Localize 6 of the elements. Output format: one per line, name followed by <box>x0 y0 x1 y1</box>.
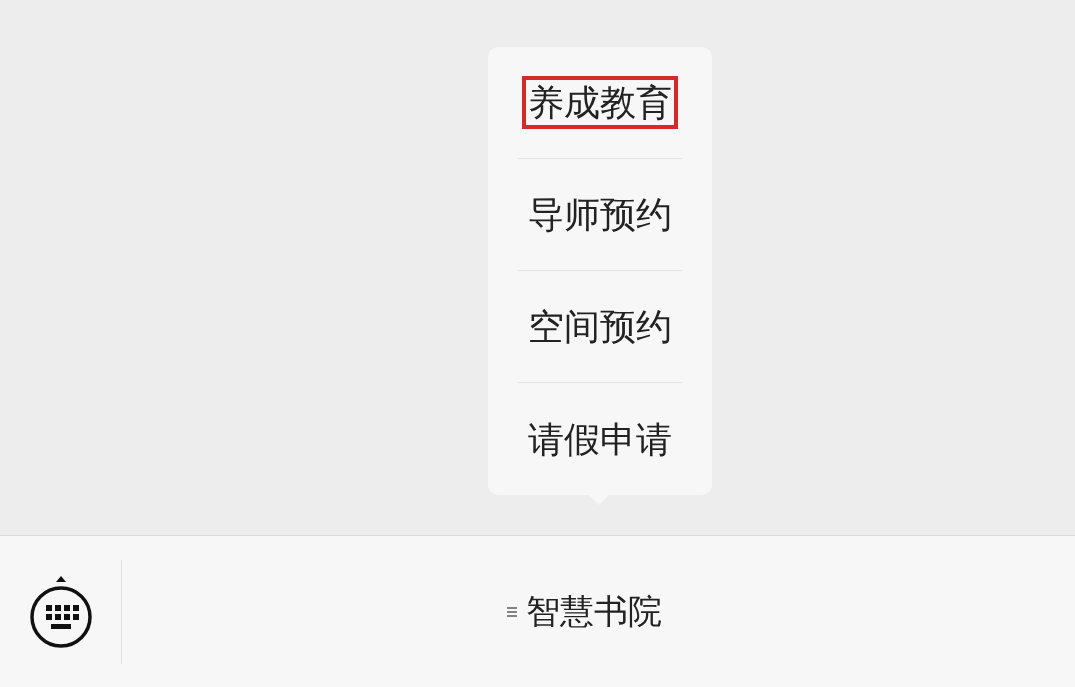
menu-item[interactable]: 请假申请 <box>522 412 678 466</box>
menu-item[interactable]: 养成教育 <box>522 76 678 129</box>
menu-button[interactable]: 智慧书院 <box>525 586 662 637</box>
menu-item[interactable]: 空间预约 <box>522 300 678 353</box>
menu-icon <box>505 604 518 619</box>
menu-item[interactable]: 导师预约 <box>522 188 678 241</box>
